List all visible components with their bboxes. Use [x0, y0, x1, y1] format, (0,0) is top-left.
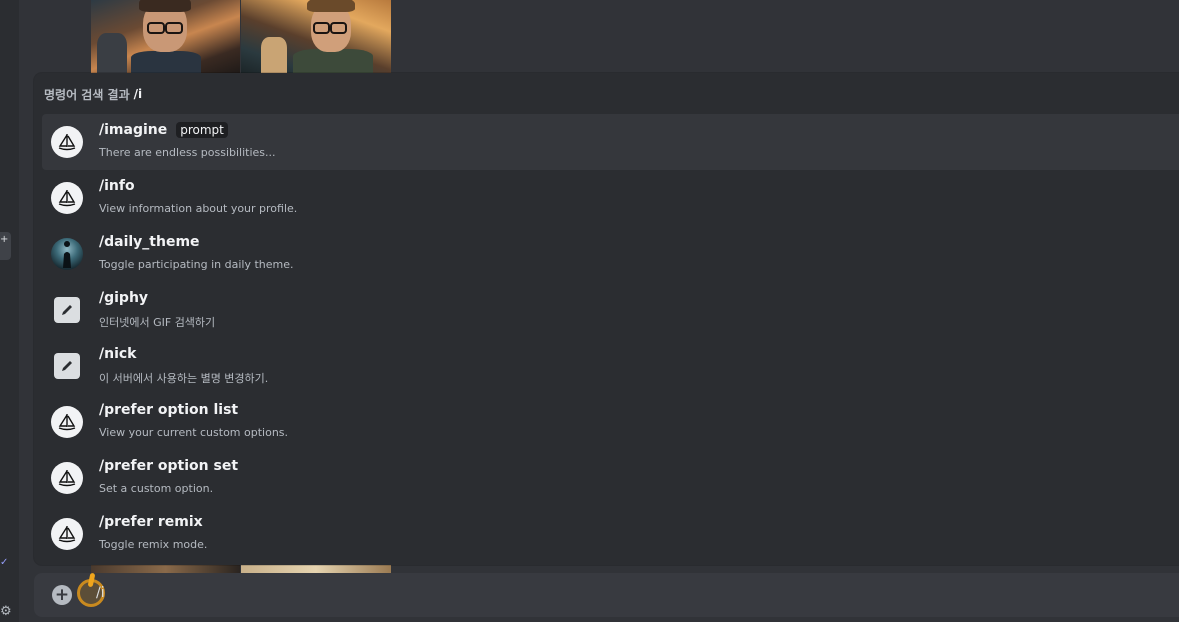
- command-description: View your current custom options.: [99, 426, 289, 439]
- midjourney-boat-icon: [51, 518, 83, 550]
- command-description: View information about your profile.: [99, 202, 298, 215]
- command-param-chip: prompt: [176, 122, 228, 138]
- popup-header-label: 명령어 검색 결과: [44, 87, 130, 102]
- command-name: /nick: [99, 346, 137, 362]
- generated-image-2[interactable]: [241, 0, 391, 73]
- command-item-prefer-option-set[interactable]: /prefer option set Set a custom option.: [42, 450, 1179, 506]
- midjourney-boat-icon: [51, 126, 83, 158]
- command-item-giphy[interactable]: /giphy 인터넷에서 GIF 검색하기: [42, 282, 1179, 338]
- command-description: There are endless possibilities...: [99, 146, 276, 159]
- rail-check-icon: ✓: [0, 557, 9, 568]
- midjourney-boat-icon: [51, 462, 83, 494]
- settings-gear-icon[interactable]: ⚙: [0, 604, 12, 619]
- command-description: Set a custom option.: [99, 482, 214, 495]
- plus-circle-icon[interactable]: +: [52, 585, 72, 605]
- popup-header: 명령어 검색 결과 /i: [44, 86, 142, 102]
- message-composer[interactable]: + /i: [34, 573, 1179, 617]
- midjourney-boat-icon: [51, 406, 83, 438]
- command-item-daily-theme[interactable]: /daily_theme Toggle participating in dai…: [42, 226, 1179, 282]
- pencil-icon: [54, 297, 80, 323]
- command-name: /daily_theme: [99, 234, 200, 250]
- command-item-prefer-option-list[interactable]: /prefer option list View your current cu…: [42, 394, 1179, 450]
- command-name: /imagine: [99, 122, 168, 138]
- command-name: /prefer option set: [99, 458, 239, 474]
- command-name: /info: [99, 178, 135, 194]
- midjourney-boat-icon: [51, 182, 83, 214]
- command-name: /prefer remix: [99, 514, 203, 530]
- pencil-icon: [54, 353, 80, 379]
- command-description: 이 서버에서 사용하는 별명 변경하기.: [99, 372, 269, 385]
- generated-image-1[interactable]: [91, 0, 240, 73]
- command-name: /giphy: [99, 290, 149, 306]
- command-description: 인터넷에서 GIF 검색하기: [99, 316, 216, 329]
- command-description: Toggle remix mode.: [99, 538, 208, 551]
- command-description: Toggle participating in daily theme.: [99, 258, 294, 271]
- discord-window: + ✓ ⚙ 명령어 검색 결과 /i /imagine prompt There…: [0, 0, 1179, 622]
- popup-header-query: /i: [133, 87, 143, 101]
- daily-theme-avatar-icon: [51, 238, 83, 270]
- command-item-info[interactable]: /info View information about your profil…: [42, 170, 1179, 226]
- server-rail: + ✓ ⚙: [0, 0, 19, 622]
- message-input[interactable]: /i: [96, 585, 105, 601]
- command-item-imagine[interactable]: /imagine prompt There are endless possib…: [42, 114, 1179, 170]
- command-item-nick[interactable]: /nick 이 서버에서 사용하는 별명 변경하기.: [42, 338, 1179, 394]
- server-rail-indicator[interactable]: +: [0, 232, 11, 260]
- command-autocomplete-popup: 명령어 검색 결과 /i /imagine prompt There are e…: [34, 73, 1179, 565]
- command-item-prefer-remix[interactable]: /prefer remix Toggle remix mode.: [42, 506, 1179, 562]
- command-name: /prefer option list: [99, 402, 239, 418]
